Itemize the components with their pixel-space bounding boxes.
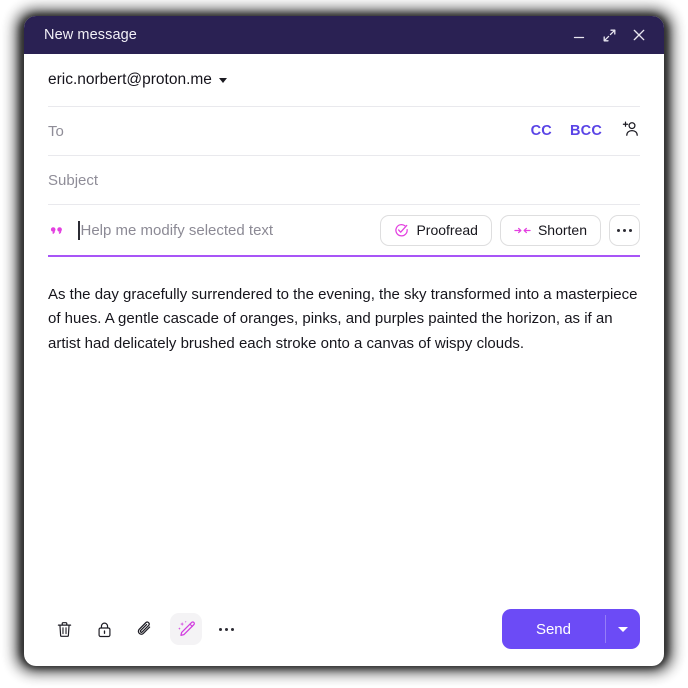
minimize-button[interactable]	[566, 22, 592, 48]
compose-footer: Send	[48, 592, 640, 666]
attachment-button[interactable]	[128, 613, 162, 645]
proofread-button[interactable]: Proofread	[380, 214, 492, 246]
expand-icon	[603, 29, 615, 41]
more-options-button[interactable]	[210, 613, 242, 645]
assistant-actions: Proofread Shorten	[380, 214, 640, 246]
bcc-button[interactable]: BCC	[570, 123, 602, 139]
screenshot-root: New message eric.norbert@proton.me To CC…	[0, 0, 688, 688]
from-address-selector[interactable]: eric.norbert@proton.me	[48, 71, 227, 89]
compose-content: eric.norbert@proton.me To CC BCC Subject…	[24, 54, 664, 666]
shorten-arrows-icon	[514, 227, 531, 233]
shorten-button[interactable]: Shorten	[499, 214, 601, 246]
from-address-text: eric.norbert@proton.me	[48, 71, 212, 88]
text-cursor	[78, 220, 80, 240]
from-row[interactable]: eric.norbert@proton.me	[48, 54, 640, 107]
trash-icon	[57, 621, 71, 637]
proofread-label: Proofread	[416, 222, 478, 238]
paperclip-icon	[137, 621, 151, 635]
add-contact-icon	[622, 120, 638, 136]
maximize-button[interactable]	[596, 22, 622, 48]
magic-wand-icon	[177, 620, 195, 636]
message-body[interactable]: As the day gracefully surrendered to the…	[48, 257, 640, 592]
subject-input[interactable]: Subject	[48, 172, 640, 189]
lock-icon	[97, 622, 111, 637]
close-icon	[633, 29, 645, 41]
send-button-group: Send	[501, 609, 640, 649]
compose-window: New message eric.norbert@proton.me To CC…	[24, 16, 664, 666]
cc-button[interactable]: CC	[531, 123, 552, 139]
assistant-more-button[interactable]	[609, 214, 640, 246]
to-input[interactable]: To	[48, 123, 531, 140]
recipient-actions: CC BCC	[531, 119, 640, 144]
to-row[interactable]: To CC BCC	[48, 107, 640, 156]
quote-icon	[48, 220, 68, 240]
send-button[interactable]: Send	[502, 609, 605, 649]
assistant-input[interactable]: Help me modify selected text	[78, 220, 370, 240]
window-titlebar: New message	[24, 16, 664, 54]
subject-row[interactable]: Subject	[48, 156, 640, 205]
writing-assistant-button[interactable]	[170, 613, 202, 645]
minimize-icon	[573, 36, 585, 39]
encryption-button[interactable]	[88, 613, 120, 645]
chevron-down-icon	[618, 626, 628, 632]
shorten-label: Shorten	[537, 222, 587, 238]
ellipsis-icon	[617, 228, 632, 232]
close-button[interactable]	[626, 22, 652, 48]
add-contact-button[interactable]	[620, 119, 640, 144]
chevron-down-icon	[218, 77, 227, 83]
spellcheck-icon	[395, 223, 409, 236]
assistant-placeholder: Help me modify selected text	[80, 221, 274, 239]
send-options-button[interactable]	[606, 609, 640, 649]
footer-tools	[48, 613, 502, 645]
window-title: New message	[44, 27, 137, 43]
assistant-bar: Help me modify selected text Proofread S…	[48, 205, 640, 257]
ellipsis-icon	[218, 627, 234, 631]
delete-draft-button[interactable]	[48, 613, 80, 645]
